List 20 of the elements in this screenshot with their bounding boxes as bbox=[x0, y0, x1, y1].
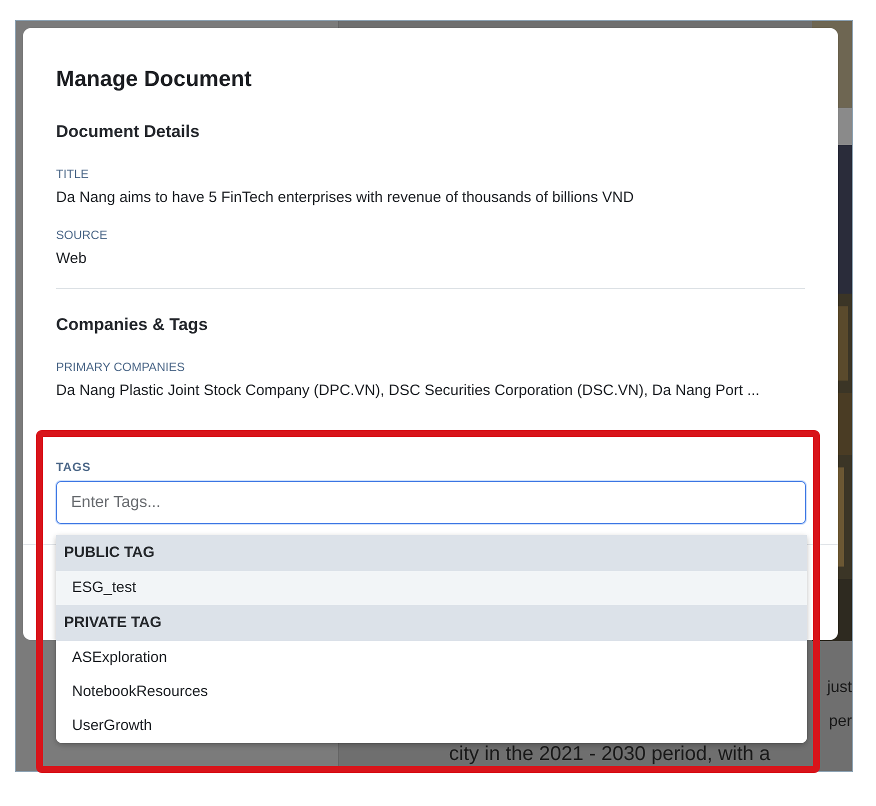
group-header: PUBLIC TAG bbox=[56, 535, 807, 571]
dropdown-option[interactable]: NotebookResources bbox=[56, 675, 807, 709]
field-label: SOURCE bbox=[56, 227, 108, 243]
dialog-title: Manage Document bbox=[56, 65, 253, 93]
field-label: PRIMARY COMPANIES bbox=[56, 359, 186, 375]
field-value: Da Nang aims to have 5 FinTech enterprises with revenue of thousands of billions VND bbox=[56, 188, 635, 208]
background-text: city in the 2021 - 2030 period, with a bbox=[449, 743, 770, 766]
field-label: TAGS bbox=[56, 459, 92, 475]
dropdown-option[interactable]: ESG_test bbox=[56, 571, 807, 605]
background-text: just bbox=[827, 679, 852, 697]
field-value: Da Nang Plastic Joint Stock Company (DPC.VN), DSC Securities Corporation (DSC.VN), Da Nang Port ... bbox=[56, 381, 761, 401]
section-heading: Document Details bbox=[56, 121, 201, 143]
field-value: Web bbox=[56, 249, 88, 269]
field-label: TITLE bbox=[56, 166, 90, 182]
input-field[interactable]: Enter Tags... bbox=[56, 481, 806, 524]
background-text: per bbox=[828, 713, 852, 731]
group-header: PRIVATE TAG bbox=[56, 605, 807, 641]
dropdown-option[interactable]: ASExploration bbox=[56, 641, 807, 675]
section-heading: Companies & Tags bbox=[56, 314, 209, 336]
dropdown-option[interactable]: UserGrowth bbox=[56, 709, 807, 743]
